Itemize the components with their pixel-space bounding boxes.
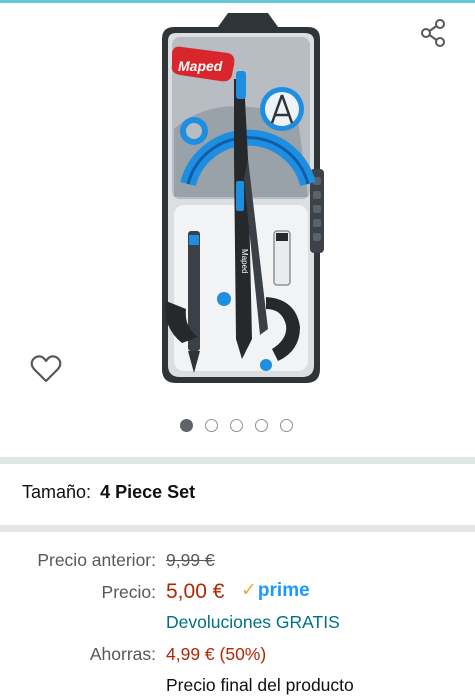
- final-price-note: Precio final del producto: [166, 675, 354, 695]
- gallery-pagination[interactable]: [0, 415, 475, 435]
- previous-price-value: 9,99 €: [166, 550, 215, 570]
- svg-text:Maped: Maped: [240, 249, 249, 273]
- final-price-row: Precio final del producto: [0, 675, 475, 698]
- prime-badge: ✓prime: [241, 579, 310, 602]
- gallery-dot[interactable]: [205, 418, 218, 432]
- previous-price-row: Precio anterior: 9,99 €: [0, 550, 475, 576]
- gallery-dot[interactable]: [180, 418, 193, 432]
- price-value: 5,00 €: [166, 580, 225, 603]
- price-row: Precio: 5,00 € ✓prime: [0, 579, 475, 608]
- size-selector[interactable]: Tamaño: 4 Piece Set: [22, 482, 195, 503]
- size-value: 4 Piece Set: [100, 482, 196, 502]
- gallery-dot[interactable]: [255, 418, 268, 432]
- returns-row[interactable]: Devoluciones GRATIS: [0, 612, 475, 638]
- section-divider: [0, 525, 475, 532]
- section-divider: [0, 457, 475, 464]
- previous-price-label: Precio anterior:: [37, 550, 156, 570]
- share-button[interactable]: [418, 17, 450, 49]
- prime-label: prime: [257, 580, 310, 601]
- brand-logo: Maped: [178, 58, 223, 74]
- product-image-gallery[interactable]: Maped Maped: [0, 3, 475, 453]
- savings-label: Ahorras:: [89, 644, 156, 664]
- share-icon: [421, 19, 445, 47]
- heart-icon: [30, 355, 62, 383]
- savings-value: 4,99 € (50%): [166, 644, 267, 664]
- size-label: Tamaño:: [22, 482, 92, 502]
- product-image[interactable]: Maped Maped: [148, 9, 328, 389]
- wishlist-button[interactable]: [28, 351, 64, 387]
- price-label: Precio:: [101, 582, 156, 602]
- gallery-dot[interactable]: [280, 418, 293, 432]
- gallery-dot[interactable]: [230, 418, 243, 432]
- savings-row: Ahorras: 4,99 € (50%): [0, 644, 475, 670]
- check-icon: ✓: [241, 580, 257, 601]
- free-returns-link[interactable]: Devoluciones GRATIS: [166, 612, 340, 633]
